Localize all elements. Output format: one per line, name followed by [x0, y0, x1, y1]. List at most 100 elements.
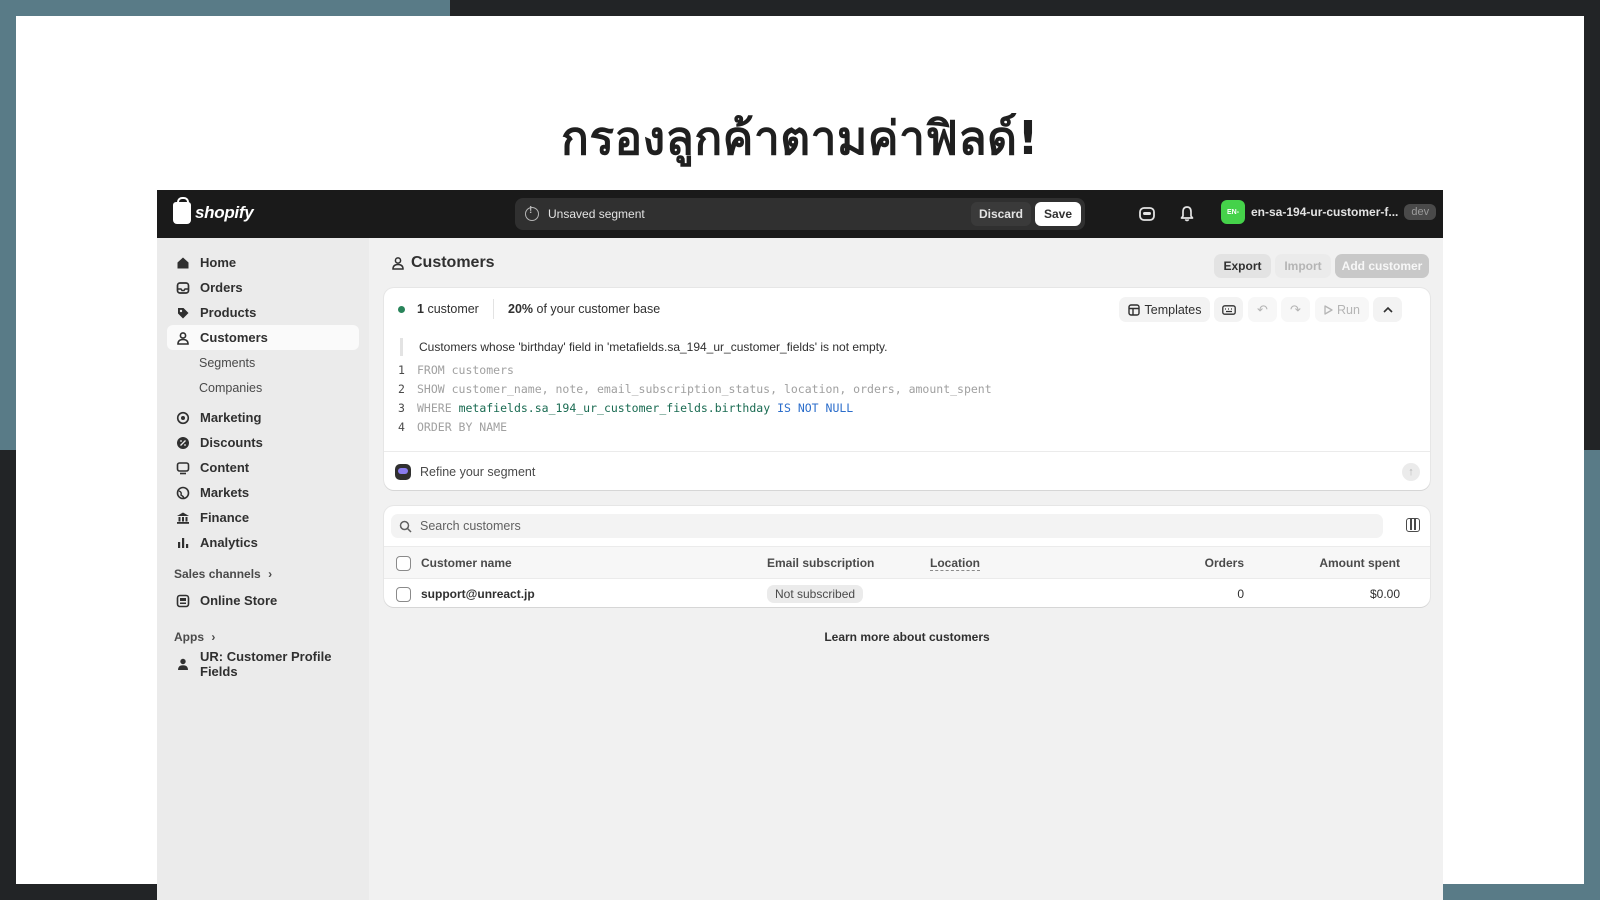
learn-more-link[interactable]: Learn more about customers: [384, 630, 1430, 644]
template-icon: [1127, 303, 1140, 316]
collapse-button[interactable]: [1373, 297, 1402, 322]
search-icon: [399, 520, 412, 533]
code-line-1[interactable]: 1 FROM customers: [398, 363, 514, 377]
apps-section[interactable]: Apps ›: [174, 630, 215, 644]
templates-button[interactable]: Templates: [1119, 297, 1210, 322]
sidebar-item-analytics[interactable]: Analytics: [167, 530, 359, 555]
store-name: en-sa-194-ur-customer-f...: [1251, 205, 1399, 219]
customers-table-card: Customer name Email subscription Locatio…: [384, 506, 1430, 607]
sidebar-item-products[interactable]: Products: [167, 300, 359, 325]
shopify-logo[interactable]: shopify: [173, 197, 254, 224]
redo-icon: ↷: [1290, 301, 1301, 317]
keyboard-button[interactable]: [1214, 297, 1243, 322]
slide-title: กรองลูกค้าตามค่าฟิลด์!: [560, 111, 1040, 165]
bank-icon: [176, 511, 190, 525]
import-button[interactable]: Import: [1275, 254, 1331, 278]
play-icon: [1324, 304, 1333, 315]
target-icon: [176, 411, 190, 425]
refine-segment-bar[interactable]: Refine your segment ↑: [384, 451, 1430, 491]
sidebar-item-orders[interactable]: Orders: [167, 275, 359, 300]
sidebar-item-discounts[interactable]: Discounts: [167, 430, 359, 455]
sidebar-item-label: Marketing: [200, 410, 262, 425]
run-button[interactable]: Run: [1315, 297, 1369, 322]
sidebar-item-label: Orders: [200, 280, 243, 295]
column-customer-name[interactable]: Customer name: [421, 556, 512, 570]
sidebar-item-label: UR: Customer Profile Fields: [200, 648, 332, 679]
redo-button[interactable]: ↷: [1281, 297, 1310, 322]
customer-base-percent: 20%: [508, 302, 534, 316]
apps-label: Apps: [174, 630, 204, 644]
sidebar-item-label: Online Store: [200, 593, 278, 608]
table-row[interactable]: support@unreact.jp Not subscribed 0 $0.0…: [384, 579, 1430, 607]
arrow-up-icon[interactable]: ↑: [1402, 463, 1420, 481]
sidebar-subitem-companies[interactable]: Companies: [199, 381, 262, 395]
sidebar-item-app-customer-profile-fields[interactable]: UR: Customer Profile Fields: [167, 648, 359, 679]
sidebar-item-online-store[interactable]: Online Store: [167, 588, 359, 613]
code-line-4[interactable]: 4 ORDER BY NAME: [398, 420, 507, 434]
sidebar-item-marketing[interactable]: Marketing: [167, 405, 359, 430]
code-text: SHOW customer_name, note, email_subscrip…: [417, 382, 992, 396]
inbox-icon: [176, 281, 190, 295]
sidebar-item-label: Markets: [200, 485, 250, 500]
bar-chart-icon: [176, 536, 190, 550]
save-button[interactable]: Save: [1034, 202, 1081, 226]
search-input[interactable]: [420, 519, 1320, 533]
refine-segment-input[interactable]: Refine your segment: [420, 465, 535, 479]
sidebar-item-finance[interactable]: Finance: [167, 505, 359, 530]
status-dot: [398, 306, 405, 313]
export-button[interactable]: Export: [1214, 254, 1271, 278]
column-orders[interactable]: Orders: [1205, 556, 1244, 570]
sidebar-item-home[interactable]: Home: [167, 250, 359, 275]
chevron-right-icon: ›: [211, 630, 216, 644]
customer-count-number: 1: [417, 302, 424, 316]
discard-button[interactable]: Discard: [970, 202, 1031, 226]
app-person-icon: [176, 657, 190, 671]
sidekick-icon: [395, 464, 411, 480]
code-operator: IS NOT NULL: [777, 401, 854, 415]
store-switcher[interactable]: EN- en-sa-194-ur-customer-f... dev: [1221, 200, 1437, 224]
keyboard-icon: [1221, 304, 1236, 315]
columns-icon[interactable]: [1406, 518, 1420, 532]
column-amount-spent[interactable]: Amount spent: [1319, 556, 1400, 570]
bell-icon[interactable]: [1177, 204, 1197, 224]
content-icon: [176, 461, 190, 475]
customer-count-label: customer: [427, 302, 479, 316]
person-icon: [392, 257, 404, 270]
customer-amount-spent: $0.00: [1369, 587, 1400, 601]
column-location[interactable]: Location: [930, 556, 980, 571]
customer-count: 1 customer: [417, 302, 479, 316]
store-dev-badge: dev: [1404, 204, 1437, 220]
add-customer-button[interactable]: Add customer: [1335, 254, 1429, 278]
line-number: 3: [398, 401, 405, 415]
undo-button[interactable]: ↶: [1248, 297, 1277, 322]
sidebar-item-customers[interactable]: Customers: [167, 325, 359, 350]
discount-icon: [176, 436, 190, 450]
sales-channels-section[interactable]: Sales channels ›: [174, 567, 272, 581]
store-avatar: EN-: [1221, 200, 1245, 224]
sidebar-subitem-segments[interactable]: Segments: [199, 356, 255, 370]
status-badge: Not subscribed: [767, 585, 864, 603]
line-number: 1: [398, 363, 405, 377]
row-checkbox[interactable]: [396, 587, 411, 602]
shopify-admin-window: shopify Unsaved segment Discard Save EN-…: [157, 190, 1443, 900]
logo-text: shopify: [195, 203, 254, 222]
code-line-3[interactable]: 3 WHERE metafields.sa_194_ur_customer_fie…: [398, 401, 853, 415]
person-icon: [176, 331, 190, 345]
customer-base-share: 20% of your customer base: [508, 302, 660, 316]
column-email-subscription[interactable]: Email subscription: [767, 556, 874, 570]
sidebar-item-markets[interactable]: Markets: [167, 480, 359, 505]
globe-icon: [176, 486, 190, 500]
search-bar[interactable]: [391, 514, 1383, 538]
unsaved-changes-bar: Unsaved segment Discard Save: [515, 198, 1085, 230]
customer-name[interactable]: support@unreact.jp: [421, 587, 535, 601]
customer-base-label: of your customer base: [536, 302, 661, 316]
select-all-checkbox[interactable]: [396, 556, 411, 571]
segment-description: Customers whose 'birthday' field in 'met…: [400, 338, 888, 356]
alert-circle-icon: [525, 205, 539, 221]
code-line-2[interactable]: 2 SHOW customer_name, note, email_subscri…: [398, 382, 992, 396]
code-field: metafields.sa_194_ur_customer_fields.bir…: [458, 401, 771, 415]
run-label: Run: [1337, 302, 1360, 317]
sidekick-icon[interactable]: [1137, 204, 1157, 224]
code-keyword-where: WHERE: [417, 401, 452, 415]
sidebar-item-content[interactable]: Content: [167, 455, 359, 480]
